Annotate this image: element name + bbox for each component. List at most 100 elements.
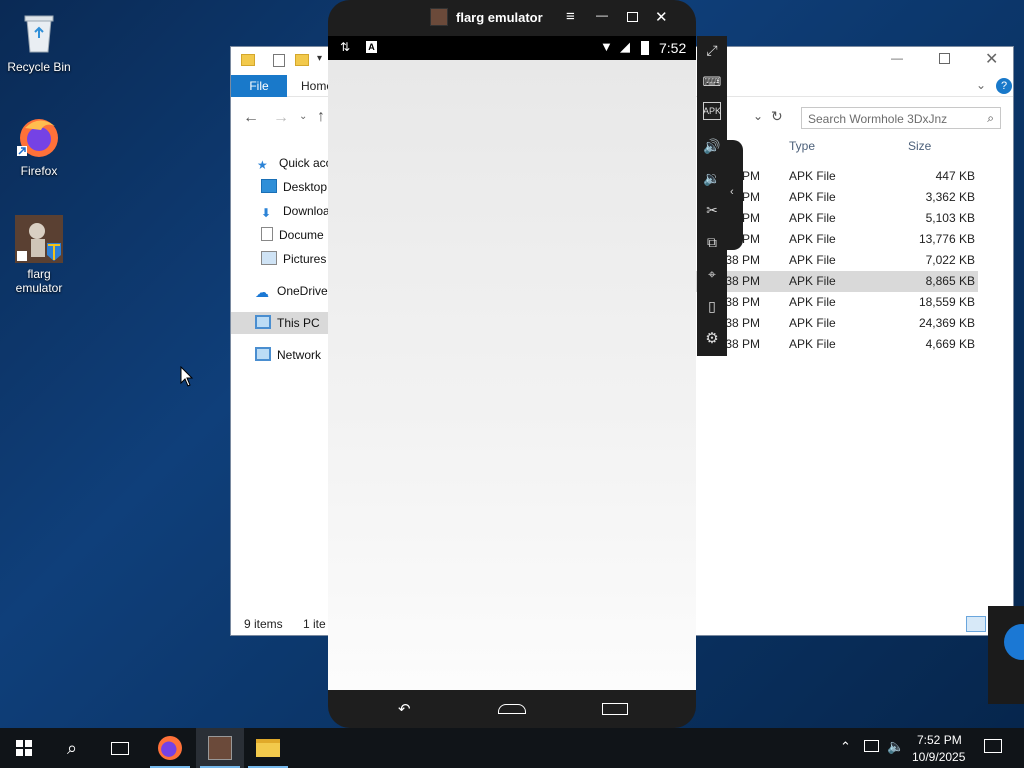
volume-up-icon[interactable]: 🔊 — [700, 134, 724, 158]
emulator-title: flarg emulator — [456, 10, 543, 25]
expand-ribbon-icon[interactable]: ⌄ — [976, 78, 986, 92]
file-size: 4,669 KB — [925, 337, 975, 351]
folder-icon — [241, 54, 255, 66]
volume-down-icon[interactable]: 🔉 — [700, 166, 724, 190]
file-type: APK File — [789, 274, 836, 288]
refresh-button[interactable]: ↻ — [771, 108, 783, 125]
collapse-toolbar-tab[interactable]: ‹ — [727, 140, 743, 250]
sidebar-item-this-pc[interactable]: This PC — [231, 312, 331, 334]
sidebar-item-network[interactable]: Network — [231, 344, 331, 366]
file-row[interactable]: :38 PM APK File 7,022 KB — [696, 250, 978, 271]
sidebar-item-downloads[interactable]: ⬇ Downloa — [231, 200, 331, 222]
desktop-icon-label: Recycle Bin — [7, 60, 71, 74]
file-date: :38 PM — [722, 316, 761, 330]
sidebar-item-onedrive[interactable]: ☁ OneDrive — [231, 280, 331, 302]
file-date: :38 PM — [722, 295, 761, 309]
android-screen[interactable] — [328, 60, 696, 690]
recents-nav-button[interactable] — [602, 703, 628, 715]
screenshot-icon[interactable]: ✂ — [700, 198, 724, 222]
fullscreen-icon[interactable]: ⤢ — [700, 38, 724, 62]
location-icon[interactable]: ⌖ — [700, 262, 724, 286]
settings-gear-icon[interactable]: ⚙ — [700, 326, 724, 350]
show-hidden-icons-chevron-icon[interactable]: ⌃ — [840, 739, 851, 755]
usb-debug-icon: ⇅ — [340, 40, 351, 54]
sidebar-item-documents[interactable]: Docume — [231, 224, 331, 246]
details-view-button[interactable] — [966, 616, 986, 632]
file-row[interactable]: :38 PM APK File 24,369 KB — [696, 313, 978, 334]
minimize-button[interactable]: — — [891, 51, 903, 65]
minimize-button[interactable]: — — [596, 8, 608, 22]
maximize-button[interactable] — [939, 53, 950, 64]
taskbar-file-explorer[interactable] — [244, 728, 292, 768]
star-icon: ★ — [257, 158, 268, 172]
file-size: 447 KB — [935, 169, 975, 183]
help-icon[interactable]: ? — [996, 78, 1012, 94]
file-row[interactable]: :38 PM APK File 18,559 KB — [696, 292, 978, 313]
taskbar-firefox[interactable] — [146, 728, 194, 768]
info-icon — [1004, 624, 1024, 660]
apk-install-icon[interactable]: APK — [703, 102, 721, 120]
clock-time[interactable]: 7:52 PM — [917, 733, 962, 747]
flarg-emulator-app-icon — [430, 8, 448, 26]
shake-icon[interactable]: ▯ — [700, 294, 724, 318]
clock-date[interactable]: 10/9/2025 — [912, 750, 965, 764]
notification-panel — [988, 606, 1024, 704]
back-button[interactable]: ← — [243, 109, 259, 127]
cloud-icon: ☁ — [255, 284, 269, 300]
volume-muted-icon[interactable]: 🔈 — [887, 738, 904, 755]
search-button[interactable]: ⌕ — [48, 728, 96, 768]
start-button[interactable] — [0, 728, 48, 768]
properties-icon[interactable] — [273, 54, 285, 67]
menu-icon[interactable]: ≡ — [566, 8, 575, 25]
maximize-button[interactable] — [627, 12, 638, 22]
battery-icon — [641, 41, 649, 55]
file-type: APK File — [789, 232, 836, 246]
close-button[interactable]: ✕ — [985, 49, 998, 69]
firefox-icon — [158, 736, 182, 760]
chevron-left-icon: ‹ — [730, 186, 734, 198]
file-row[interactable]: :38 PM APK File 4,669 KB — [696, 334, 978, 355]
file-size: 24,369 KB — [918, 316, 975, 330]
forward-button[interactable]: → — [273, 109, 289, 127]
file-size: 18,559 KB — [918, 295, 975, 309]
column-header-size[interactable]: Size — [908, 139, 931, 153]
home-nav-button[interactable] — [498, 704, 526, 714]
up-button[interactable]: ↑ — [317, 108, 325, 126]
sidebar-item-quick-access[interactable]: ★ Quick acc — [231, 152, 331, 174]
desktop-icon-firefox[interactable]: Firefox — [1, 112, 77, 178]
document-icon — [261, 227, 273, 241]
file-size: 13,776 KB — [918, 232, 975, 246]
search-icon: ⌕ — [987, 111, 994, 125]
column-header-type[interactable]: Type — [789, 139, 815, 153]
search-placeholder: Search Wormhole 3DxJnz — [808, 112, 948, 126]
wifi-icon: ▼ — [600, 39, 613, 54]
taskbar: ⌕ ⌃ 🔈 7:52 PM 10/9/2025 — [0, 728, 1024, 768]
desktop-icon-label: Firefox — [20, 164, 58, 178]
file-size: 7,022 KB — [925, 253, 975, 267]
download-icon: ⬇ — [261, 206, 272, 220]
desktop-icon-recycle-bin[interactable]: Recycle Bin — [1, 8, 77, 74]
address-dropdown-icon[interactable]: ⌄ — [753, 109, 763, 123]
task-view-icon — [111, 741, 129, 755]
quick-access-dropdown-icon[interactable]: ▾ — [317, 53, 322, 64]
keyboard-a-icon: A — [366, 41, 377, 53]
file-type: APK File — [789, 337, 836, 351]
close-button[interactable]: ✕ — [655, 8, 668, 26]
new-folder-icon[interactable] — [295, 54, 309, 66]
file-row-selected[interactable]: :38 PM APK File 8,865 KB — [696, 271, 978, 292]
tab-file[interactable]: File — [231, 75, 287, 97]
task-view-button[interactable] — [96, 728, 144, 768]
recent-locations-icon[interactable]: ⌄ — [299, 111, 307, 122]
multi-instance-icon[interactable]: ⧉ — [700, 230, 724, 254]
network-status-icon[interactable] — [864, 740, 879, 752]
sidebar-item-desktop[interactable]: Desktop — [231, 176, 331, 198]
item-count: 9 items — [244, 617, 283, 631]
desktop-icon-flarg-emulator[interactable]: flarg emulator — [1, 215, 77, 295]
taskbar-flarg-emulator[interactable] — [196, 728, 244, 768]
search-input[interactable]: Search Wormhole 3DxJnz ⌕ — [801, 107, 1001, 129]
back-nav-button[interactable]: ↶ — [398, 700, 411, 718]
keyboard-icon[interactable]: ⌨ — [700, 70, 724, 94]
mouse-cursor-icon — [180, 366, 194, 387]
sidebar-item-pictures[interactable]: Pictures — [231, 248, 331, 270]
action-center-icon[interactable] — [984, 739, 1002, 753]
